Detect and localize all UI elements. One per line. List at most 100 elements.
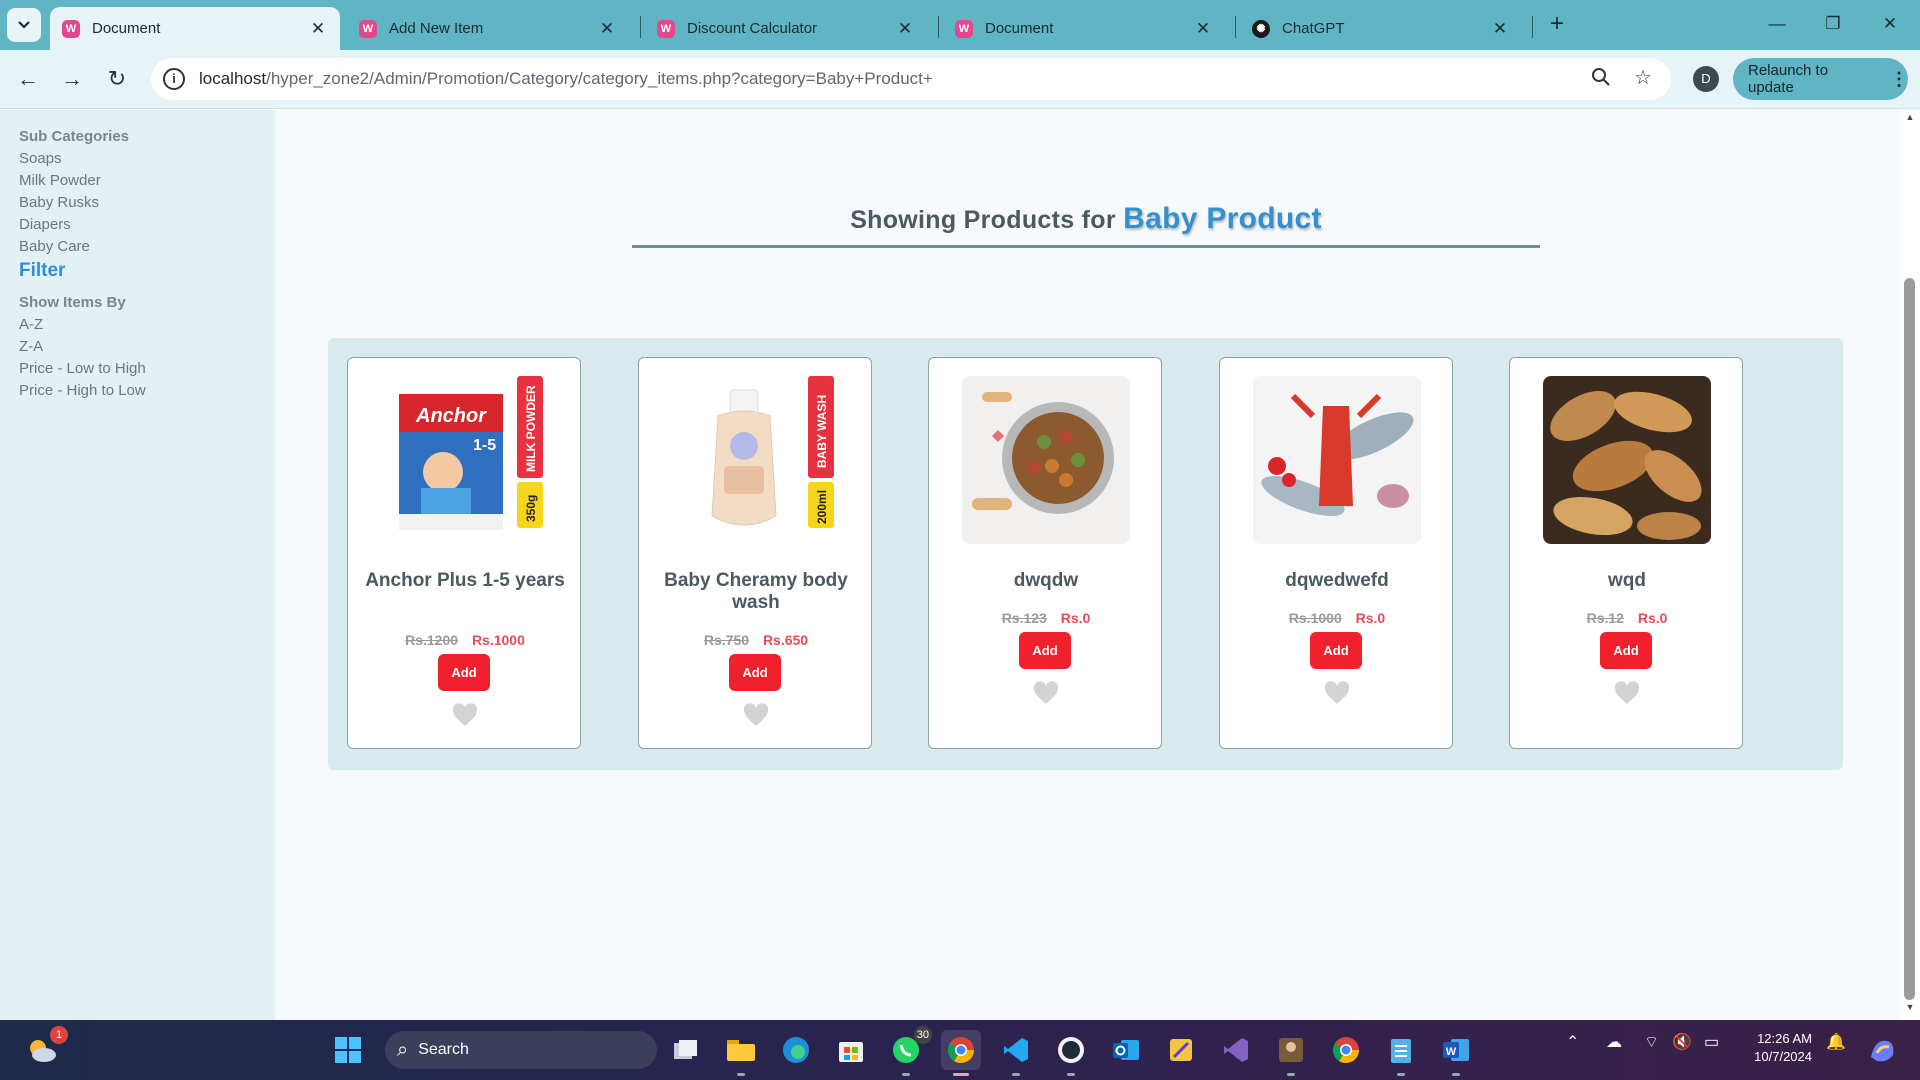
product-card[interactable]: BABY WASH 200ml Baby Cheramy body wash R… xyxy=(638,357,872,749)
zoom-icon[interactable] xyxy=(1589,67,1613,91)
svg-text:W: W xyxy=(1446,1046,1457,1058)
file-explorer-icon[interactable] xyxy=(721,1030,761,1076)
forward-arrow-icon[interactable]: → xyxy=(56,63,88,95)
browser-toolbar: ← → ↻ i localhost/hyper_zone2/Admin/Prom… xyxy=(0,50,1920,109)
heart-icon[interactable] xyxy=(743,703,769,727)
volume-muted-icon[interactable]: 🔇 xyxy=(1672,1032,1692,1052)
chrome-profile-icon[interactable] xyxy=(1326,1030,1366,1070)
chevron-down-icon xyxy=(18,21,30,29)
site-info-icon[interactable]: i xyxy=(163,68,185,90)
page-scrollbar[interactable]: ▲ ▼ xyxy=(1900,110,1920,1020)
whatsapp-beta-icon[interactable] xyxy=(1051,1030,1091,1076)
more-menu-icon[interactable]: ⋮ xyxy=(1890,69,1908,90)
product-image[interactable] xyxy=(1253,376,1421,544)
add-to-cart-button[interactable]: Add xyxy=(729,654,781,691)
task-view-icon[interactable] xyxy=(666,1030,706,1070)
tab-document[interactable]: W Document ✕ xyxy=(943,7,1225,50)
visual-studio-icon[interactable] xyxy=(1216,1030,1256,1070)
profile-avatar[interactable]: D xyxy=(1693,66,1719,92)
photo-app-icon[interactable] xyxy=(1271,1030,1311,1076)
notepad-icon[interactable] xyxy=(1381,1030,1421,1076)
restore-icon[interactable]: ❐ xyxy=(1810,6,1856,42)
subcategory-soaps[interactable]: Soaps xyxy=(19,150,274,167)
product-image[interactable] xyxy=(1543,376,1711,544)
sort-z-a[interactable]: Z-A xyxy=(19,338,274,355)
reload-icon[interactable]: ↻ xyxy=(101,63,133,95)
add-to-cart-button[interactable]: Add xyxy=(1600,632,1652,669)
url-text[interactable]: localhost/hyper_zone2/Admin/Promotion/Ca… xyxy=(199,69,933,89)
add-to-cart-button[interactable]: Add xyxy=(1310,632,1362,669)
current-price: Rs.0 xyxy=(1060,610,1091,626)
tab-search-button[interactable] xyxy=(7,8,41,42)
scroll-up-arrow-icon[interactable]: ▲ xyxy=(1900,112,1920,128)
close-icon[interactable]: ✕ xyxy=(308,19,328,39)
notification-bell-icon[interactable]: 🔔 xyxy=(1826,1032,1846,1052)
address-bar[interactable]: i localhost/hyper_zone2/Admin/Promotion/… xyxy=(151,58,1671,100)
product-card[interactable]: wqd Rs.12 Rs.0 Add xyxy=(1509,357,1743,749)
heart-icon[interactable] xyxy=(1033,681,1059,705)
sort-price-high-low[interactable]: Price - High to Low xyxy=(19,382,274,399)
edge-browser-icon[interactable] xyxy=(776,1030,816,1070)
onedrive-offline-icon[interactable]: ☁ xyxy=(1606,1032,1622,1052)
filter-title: Filter xyxy=(19,260,66,281)
wifi-icon[interactable]: ⌔ xyxy=(1644,1032,1659,1052)
close-icon[interactable]: ✕ xyxy=(895,19,915,39)
battery-icon[interactable]: ▭ xyxy=(1704,1032,1719,1052)
category-name: Baby Product xyxy=(1123,202,1322,235)
product-card[interactable]: dwqdw Rs.123 Rs.0 Add xyxy=(928,357,1162,749)
heart-icon[interactable] xyxy=(452,703,478,727)
show-hidden-icons-chevron-icon[interactable]: ⌃ xyxy=(1566,1032,1579,1052)
sort-price-low-high[interactable]: Price - Low to High xyxy=(19,360,274,377)
search-icon: ⌕ xyxy=(397,1038,409,1061)
relaunch-button[interactable]: Relaunch to update ⋮ xyxy=(1733,58,1908,100)
product-name: dwqdw xyxy=(1013,570,1079,591)
add-to-cart-button[interactable]: Add xyxy=(1019,632,1071,669)
add-to-cart-button[interactable]: Add xyxy=(438,654,490,691)
subcategory-diapers[interactable]: Diapers xyxy=(19,216,274,233)
vscode-icon[interactable] xyxy=(996,1030,1036,1076)
minimize-icon[interactable]: — xyxy=(1754,6,1800,42)
heading-prefix: Showing Products for xyxy=(850,206,1116,234)
outlook-icon[interactable] xyxy=(1106,1030,1146,1070)
subcategory-baby-rusks[interactable]: Baby Rusks xyxy=(19,194,274,211)
back-arrow-icon[interactable]: ← xyxy=(12,63,44,95)
window-close-icon[interactable]: ✕ xyxy=(1867,6,1913,42)
tab-discount-calculator[interactable]: W Discount Calculator ✕ xyxy=(645,7,927,50)
sort-a-z[interactable]: A-Z xyxy=(19,316,274,333)
whatsapp-icon[interactable]: 30 xyxy=(886,1026,932,1076)
pet-food-bowl-icon xyxy=(962,376,1130,544)
heart-icon[interactable] xyxy=(1324,681,1350,705)
product-card[interactable]: dqwedwefd Rs.1000 Rs.0 Add xyxy=(1219,357,1453,749)
windows-taskbar: 1 ⌕ Search 30 W ⌃ ☁ ⌔ 🔇 ▭ 12:26 AM 10/7/… xyxy=(0,1020,1920,1080)
subcategory-baby-care[interactable]: Baby Care xyxy=(19,238,274,255)
close-icon[interactable]: ✕ xyxy=(1490,19,1510,39)
microsoft-store-icon[interactable] xyxy=(831,1030,871,1070)
new-tab-plus-icon[interactable]: + xyxy=(1542,10,1572,40)
start-windows-icon[interactable] xyxy=(328,1030,368,1070)
taskbar-search[interactable]: ⌕ Search xyxy=(385,1031,657,1069)
product-name: Anchor Plus 1-5 years xyxy=(365,570,565,591)
chatgpt-favicon-icon: ✺ xyxy=(1252,19,1270,38)
snipping-tool-icon[interactable] xyxy=(1161,1030,1201,1070)
product-prices: Rs.1000 Rs.0 xyxy=(1220,610,1454,626)
scroll-down-arrow-icon[interactable]: ▼ xyxy=(1900,1002,1920,1018)
scrollbar-thumb[interactable] xyxy=(1904,278,1915,1000)
product-image[interactable]: BABY WASH 200ml xyxy=(672,376,840,544)
product-image[interactable]: Anchor 1-5 MILK POWDER 350g xyxy=(381,376,549,544)
heart-icon[interactable] xyxy=(1614,681,1640,705)
product-card[interactable]: Anchor 1-5 MILK POWDER 350g Anchor Plus … xyxy=(347,357,581,749)
tab-separator xyxy=(1532,16,1533,38)
subcategory-milk-powder[interactable]: Milk Powder xyxy=(19,172,274,189)
weather-widget-icon[interactable]: 1 xyxy=(22,1026,68,1070)
word-icon[interactable]: W xyxy=(1436,1030,1476,1076)
close-icon[interactable]: ✕ xyxy=(597,19,617,39)
tab-document-active[interactable]: W Document ✕ xyxy=(50,7,340,50)
chrome-icon[interactable] xyxy=(941,1030,981,1076)
tab-chatgpt[interactable]: ✺ ChatGPT ✕ xyxy=(1240,7,1522,50)
tab-add-new-item[interactable]: W Add New Item ✕ xyxy=(347,7,629,50)
copilot-icon[interactable] xyxy=(1862,1030,1902,1070)
close-icon[interactable]: ✕ xyxy=(1193,19,1213,39)
system-clock[interactable]: 12:26 AM 10/7/2024 xyxy=(1740,1030,1812,1066)
product-image[interactable] xyxy=(962,376,1130,544)
bookmark-star-icon[interactable]: ☆ xyxy=(1631,66,1655,90)
